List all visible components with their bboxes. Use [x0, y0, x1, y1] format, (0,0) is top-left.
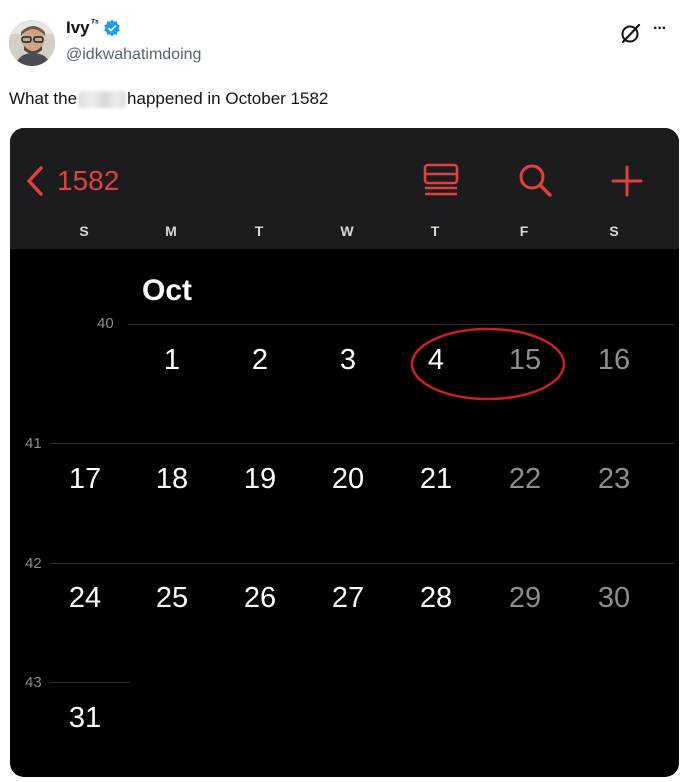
list-view-icon[interactable]: [422, 162, 460, 200]
search-icon[interactable]: [516, 162, 554, 200]
day-cell[interactable]: 27: [318, 582, 378, 615]
week-number: 41: [25, 435, 42, 452]
avatar[interactable]: [9, 20, 55, 66]
name-emoji: ᵀˢ: [90, 17, 99, 29]
verified-badge-icon: [103, 19, 120, 37]
censored-word-blur: [78, 90, 127, 108]
day-cell[interactable]: 21: [406, 463, 466, 496]
display-name[interactable]: Ivy ᵀˢ: [66, 18, 121, 38]
weekday-sat: S: [609, 223, 619, 239]
weekday-fri: F: [519, 223, 529, 239]
year-label: 1582: [57, 165, 120, 196]
tweet-text-start: What the: [9, 89, 78, 108]
week-divider: [50, 563, 675, 564]
user-handle[interactable]: @idkwahatimdoing: [66, 46, 201, 64]
day-cell[interactable]: 3: [318, 344, 378, 377]
week-divider: [50, 682, 130, 683]
weekday-wed: W: [340, 223, 354, 239]
weekday-sun: S: [79, 223, 89, 239]
tweet: Ivy ᵀˢ @idkwahatimdoing ··· What the hap…: [0, 0, 691, 782]
week-divider: [128, 324, 675, 325]
day-cell[interactable]: 17: [55, 463, 115, 496]
day-cell[interactable]: 22: [495, 463, 555, 496]
day-cell[interactable]: 29: [495, 582, 555, 615]
calendar-header: 1582 S M T W T F S: [10, 128, 679, 249]
month-label: Oct: [142, 274, 193, 307]
day-cell[interactable]: 2: [230, 344, 290, 377]
chevron-left-icon: [27, 166, 43, 196]
day-cell[interactable]: 16: [584, 344, 644, 377]
avatar-photo: [9, 20, 55, 66]
add-event-icon[interactable]: [610, 164, 644, 198]
day-cell[interactable]: 24: [55, 582, 115, 615]
tweet-text-end: happened in October 1582: [127, 89, 329, 108]
week-number: 43: [25, 674, 42, 691]
week-divider: [50, 443, 675, 444]
day-cell[interactable]: 19: [230, 463, 290, 496]
day-cell[interactable]: 23: [584, 463, 644, 496]
day-cell[interactable]: 25: [142, 582, 202, 615]
weekday-tue: T: [254, 223, 264, 239]
weekday-mon: M: [165, 223, 177, 239]
display-name-text: Ivy: [66, 18, 90, 37]
grok-icon[interactable]: [620, 22, 642, 44]
day-cell[interactable]: 30: [584, 582, 644, 615]
day-cell[interactable]: 18: [142, 463, 202, 496]
calendar-screenshot[interactable]: 1582 S M T W T F S Oct 40 1 2 3 4 15 16 …: [10, 128, 679, 777]
day-cell[interactable]: 26: [230, 582, 290, 615]
weekday-thu: T: [430, 223, 440, 239]
red-circle-annotation: [410, 327, 566, 401]
more-options-icon[interactable]: ···: [653, 20, 667, 38]
year-back-button[interactable]: 1582: [25, 165, 119, 197]
day-cell[interactable]: 20: [318, 463, 378, 496]
week-number: 40: [97, 315, 114, 332]
day-cell[interactable]: 31: [55, 702, 115, 735]
day-cell[interactable]: 28: [406, 582, 466, 615]
tweet-text: What the happened in October 1582: [9, 89, 328, 109]
day-cell[interactable]: 1: [142, 344, 202, 377]
week-number: 42: [25, 555, 42, 572]
